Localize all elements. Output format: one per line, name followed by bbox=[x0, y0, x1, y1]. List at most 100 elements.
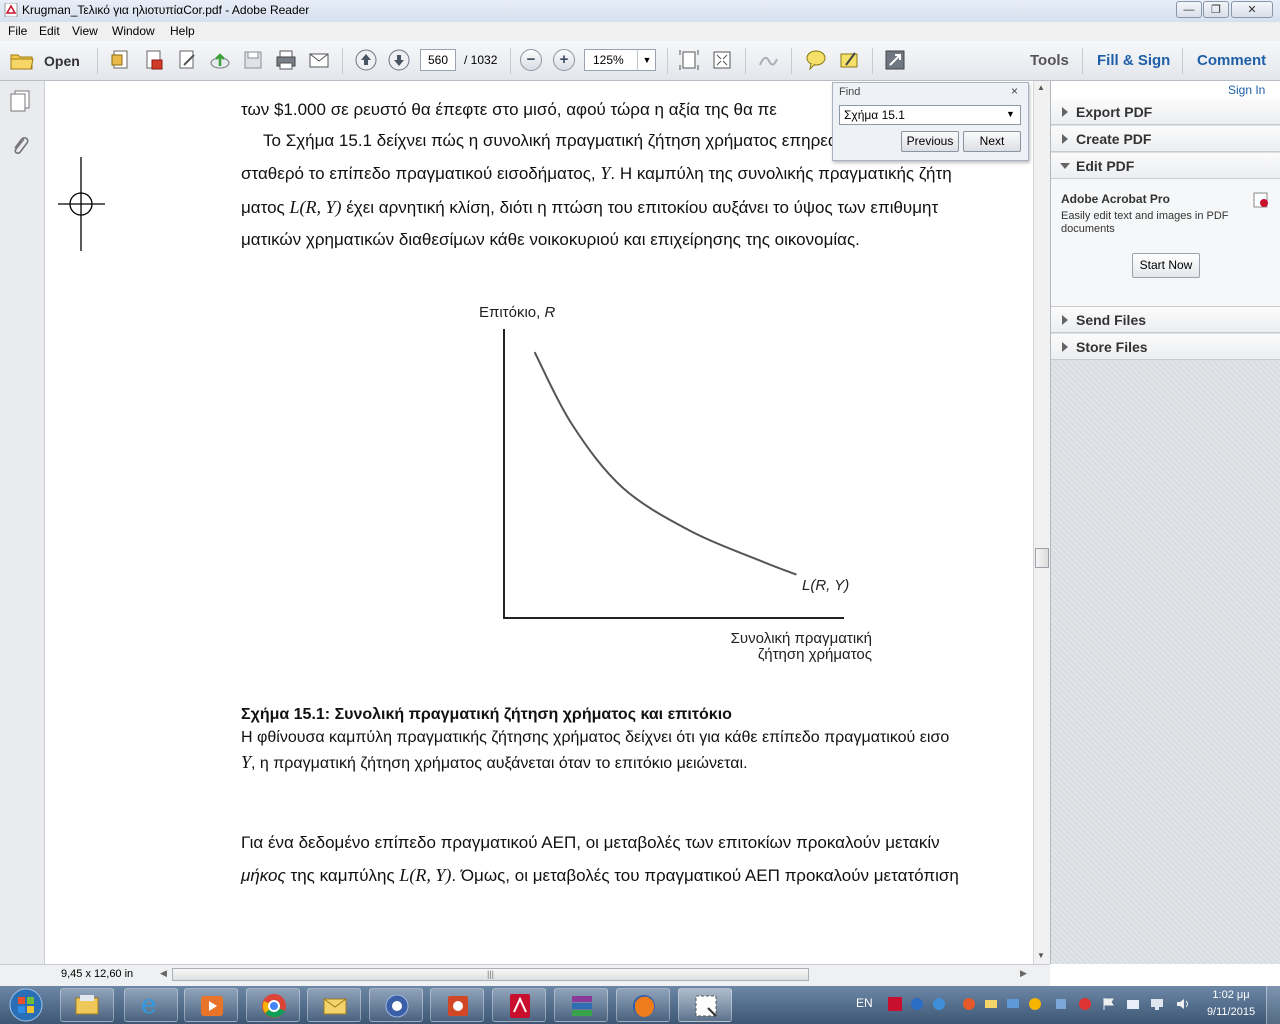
messenger-icon[interactable] bbox=[1028, 997, 1042, 1011]
clock-date[interactable]: 9/11/2015 bbox=[1201, 1006, 1261, 1018]
find-input[interactable]: Σχήμα 15.1 ▼ bbox=[839, 105, 1021, 125]
menu-window[interactable]: Window bbox=[112, 24, 155, 38]
adobe-reader-icon bbox=[4, 3, 18, 17]
scroll-up-icon[interactable]: ▲ bbox=[1037, 83, 1045, 92]
taskbar-explorer[interactable] bbox=[60, 988, 114, 1022]
menu-help[interactable]: Help bbox=[170, 24, 195, 38]
monitor-icon[interactable] bbox=[1006, 997, 1020, 1011]
taskbar-media[interactable] bbox=[184, 988, 238, 1022]
open-button[interactable]: Open bbox=[6, 49, 90, 73]
find-query: Σχήμα 15.1 bbox=[844, 108, 905, 122]
taskbar-chrome[interactable] bbox=[246, 988, 300, 1022]
email-icon[interactable] bbox=[308, 49, 330, 71]
store-files-section[interactable]: Store Files bbox=[1051, 334, 1280, 360]
page-thumbnails-icon[interactable] bbox=[8, 89, 32, 113]
sign-in-link[interactable]: Sign In bbox=[1228, 83, 1265, 97]
save-icon[interactable] bbox=[242, 49, 264, 71]
scrollbar-thumb[interactable] bbox=[1035, 548, 1049, 568]
attachments-icon[interactable] bbox=[8, 133, 32, 157]
vertical-scrollbar[interactable]: ▲ ▼ bbox=[1033, 81, 1051, 964]
menu-edit[interactable]: Edit bbox=[39, 24, 60, 38]
maximize-button[interactable]: ❐ bbox=[1203, 1, 1229, 18]
zoom-select[interactable]: 125% ▼ bbox=[584, 49, 656, 71]
fill-sign-tab[interactable]: Fill & Sign bbox=[1097, 52, 1170, 69]
full-screen-icon[interactable] bbox=[711, 49, 733, 71]
send-files-section[interactable]: Send Files bbox=[1051, 307, 1280, 333]
create-pdf-section[interactable]: Create PDF bbox=[1051, 126, 1280, 152]
previous-page-icon[interactable] bbox=[355, 49, 377, 71]
taskbar-firefox[interactable] bbox=[616, 988, 670, 1022]
menu-file[interactable]: File bbox=[8, 24, 27, 38]
flag-icon[interactable] bbox=[1102, 997, 1116, 1011]
edit-pdf-section[interactable]: Edit PDF bbox=[1051, 153, 1280, 179]
update-icon[interactable] bbox=[962, 997, 976, 1011]
taskbar-ie[interactable]: e bbox=[124, 988, 178, 1022]
file-explorer-icon bbox=[75, 995, 99, 1015]
network-icon[interactable] bbox=[1150, 997, 1164, 1011]
action-center-icon[interactable] bbox=[1126, 997, 1140, 1011]
export-pdf-section[interactable]: Export PDF bbox=[1051, 99, 1280, 125]
export-pdf-icon[interactable] bbox=[143, 49, 165, 71]
chevron-down-icon[interactable]: ▼ bbox=[637, 50, 656, 70]
volume-icon[interactable] bbox=[1176, 997, 1190, 1011]
fit-page-icon[interactable] bbox=[678, 49, 700, 71]
panel-empty-area bbox=[1051, 361, 1280, 964]
zoom-out-button[interactable]: − bbox=[520, 49, 542, 71]
start-now-button[interactable]: Start Now bbox=[1132, 253, 1200, 278]
minimize-button[interactable]: — bbox=[1176, 1, 1202, 18]
zoom-in-button[interactable]: + bbox=[553, 49, 575, 71]
find-previous-button[interactable]: Previous bbox=[901, 131, 959, 152]
taskbar-app[interactable] bbox=[369, 988, 423, 1022]
taskbar-mail[interactable] bbox=[307, 988, 361, 1022]
horizontal-scrollbar-thumb[interactable]: ||| bbox=[172, 968, 809, 981]
device-icon[interactable] bbox=[1054, 997, 1068, 1011]
find-next-button[interactable]: Next bbox=[963, 131, 1021, 152]
sign-icon[interactable] bbox=[757, 49, 779, 71]
next-page-icon[interactable] bbox=[388, 49, 410, 71]
archive-icon bbox=[572, 996, 592, 1016]
taskbar-adobe-reader[interactable] bbox=[492, 988, 546, 1022]
section-label: Edit PDF bbox=[1076, 158, 1135, 174]
edit-pdf-icon[interactable] bbox=[176, 49, 198, 71]
show-desktop-button[interactable] bbox=[1266, 986, 1280, 1024]
tools-tab[interactable]: Tools bbox=[1030, 52, 1069, 69]
acrobat-tray-icon[interactable] bbox=[888, 997, 902, 1011]
toolbar-divider bbox=[97, 48, 98, 74]
acrobat-pro-promo: Adobe Acrobat Pro Easily edit text and i… bbox=[1051, 179, 1280, 307]
menu-view[interactable]: View bbox=[72, 24, 98, 38]
start-button-icon[interactable] bbox=[6, 987, 46, 1023]
upload-cloud-icon[interactable] bbox=[209, 49, 231, 71]
scroll-down-icon[interactable]: ▼ bbox=[1037, 951, 1045, 960]
expand-icon[interactable] bbox=[884, 49, 906, 71]
taskbar-powerpoint[interactable] bbox=[430, 988, 484, 1022]
print-icon[interactable] bbox=[275, 49, 297, 71]
doc-line: ματικών χρηματικών διαθεσίμων κάθε νοικο… bbox=[241, 230, 860, 249]
highlight-icon[interactable] bbox=[838, 49, 860, 71]
figure-caption-title: Σχήμα 15.1: Συνολική πραγματική ζήτηση χ… bbox=[241, 706, 732, 723]
sync-tray-icon[interactable] bbox=[932, 997, 946, 1011]
close-window-button[interactable]: ✕ bbox=[1231, 1, 1273, 18]
create-pdf-icon[interactable] bbox=[110, 49, 132, 71]
sticky-note-icon[interactable] bbox=[805, 49, 827, 71]
adobe-reader-icon bbox=[510, 994, 530, 1018]
document-view[interactable]: των $1.000 σε ρευστό θα έπεφτε στο μισό,… bbox=[45, 81, 1033, 964]
clock-time[interactable]: 1:02 μμ bbox=[1206, 989, 1256, 1001]
x-axis-label-line2: ζήτηση χρήματος bbox=[758, 646, 872, 663]
page-size-label: 9,45 x 12,60 in bbox=[61, 968, 134, 980]
bluetooth-icon[interactable] bbox=[910, 997, 924, 1011]
language-indicator[interactable]: EN bbox=[856, 996, 873, 1010]
antivirus-icon[interactable] bbox=[1078, 997, 1092, 1011]
page-number-input[interactable]: 560 bbox=[420, 49, 456, 71]
taskbar-snipping[interactable] bbox=[678, 988, 732, 1022]
expanded-arrow-icon bbox=[1060, 163, 1070, 169]
toolbar-divider bbox=[872, 48, 873, 74]
scroll-left-icon[interactable]: ◀ bbox=[160, 968, 167, 979]
scroll-right-icon[interactable]: ▶ bbox=[1020, 968, 1027, 979]
chevron-down-icon[interactable]: ▼ bbox=[1006, 109, 1015, 119]
x-axis-label-line1: Συνολική πραγματική bbox=[731, 630, 872, 647]
close-icon[interactable]: × bbox=[1011, 84, 1018, 98]
mail-tray-icon[interactable] bbox=[984, 997, 998, 1011]
taskbar-winrar[interactable] bbox=[554, 988, 608, 1022]
internet-explorer-icon: e bbox=[141, 990, 157, 1020]
comment-tab[interactable]: Comment bbox=[1197, 52, 1266, 69]
